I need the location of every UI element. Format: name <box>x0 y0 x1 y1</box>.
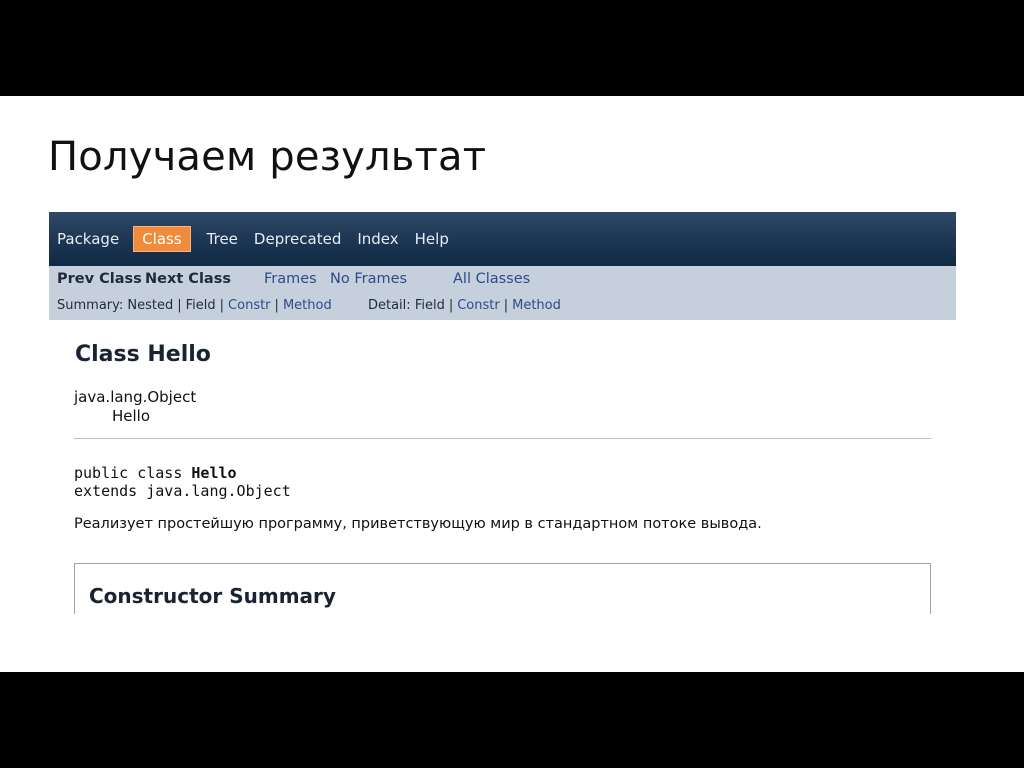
subnav-row-summary: Summary: Nested | Field | Constr | Method Deta… <box>57 298 561 313</box>
constructor-summary-box: Constructor Summary <box>74 563 931 614</box>
inheritance-parent: java.lang.Object <box>74 388 197 406</box>
declaration-class-name: Hello <box>191 464 237 482</box>
summary-method-link[interactable]: Method <box>283 298 332 313</box>
javadoc-sub-nav: Prev Class Next Class Frames No Frames A… <box>49 266 956 320</box>
divider <box>74 438 931 439</box>
slide: Получаем результат Package Class Tree De… <box>0 96 1024 672</box>
nav-deprecated[interactable]: Deprecated <box>254 230 341 248</box>
separator: | <box>274 298 279 313</box>
class-declaration: public class Hello extends java.lang.Obj… <box>74 464 291 500</box>
inheritance-tree: java.lang.Object Hello <box>74 388 196 426</box>
class-description: Реализует простейшую программу, приветст… <box>74 516 762 532</box>
detail-constr-link[interactable]: Constr <box>457 298 500 313</box>
javadoc-top-nav: Package Class Tree Deprecated Index Help <box>49 212 956 266</box>
nav-help[interactable]: Help <box>415 230 449 248</box>
detail-field: Field <box>414 298 445 313</box>
next-class-link[interactable]: Next Class <box>145 271 231 287</box>
declaration-extends: extends java.lang.Object <box>74 482 291 500</box>
javadoc-screenshot: Package Class Tree Deprecated Index Help… <box>49 212 956 614</box>
separator: | <box>177 298 182 313</box>
nav-index[interactable]: Index <box>357 230 398 248</box>
declaration-prefix: public class <box>74 464 192 482</box>
summary-label: Summary: <box>57 298 124 313</box>
class-title: Class Hello <box>75 342 211 367</box>
nav-package[interactable]: Package <box>57 230 119 248</box>
detail-label: Detail: <box>367 298 411 313</box>
detail-method-link[interactable]: Method <box>512 298 561 313</box>
separator: | <box>448 298 454 313</box>
inheritance-child: Hello <box>112 407 151 425</box>
nav-class[interactable]: Class <box>133 226 191 252</box>
constructor-summary-title: Constructor Summary <box>89 584 336 608</box>
nav-tree[interactable]: Tree <box>207 230 238 248</box>
no-frames-link[interactable]: No Frames <box>330 271 407 287</box>
all-classes-link[interactable]: All Classes <box>453 271 530 287</box>
summary-field: Field <box>185 298 216 313</box>
summary-constr-link[interactable]: Constr <box>228 298 271 313</box>
separator: | <box>219 298 225 313</box>
separator: | <box>503 298 509 313</box>
frames-link[interactable]: Frames <box>264 271 317 287</box>
prev-class-link[interactable]: Prev Class <box>57 271 142 287</box>
summary-nested: Nested <box>127 298 174 313</box>
slide-title: Получаем результат <box>48 134 487 180</box>
